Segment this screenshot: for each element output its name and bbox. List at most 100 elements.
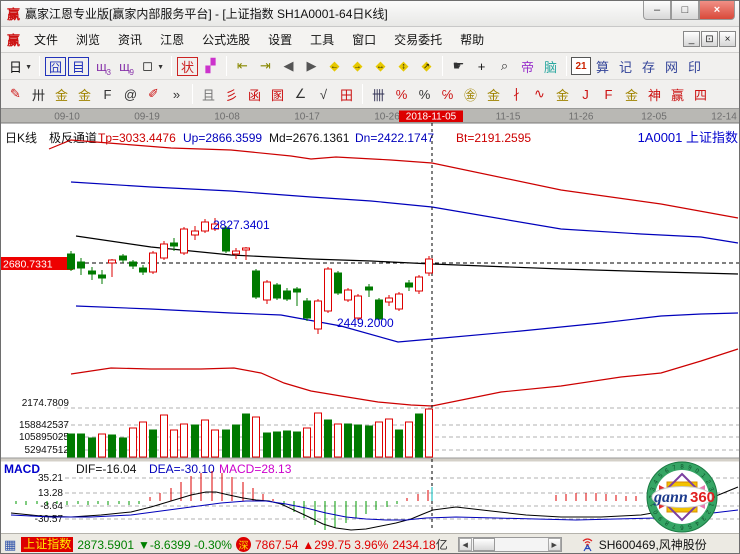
hollow-candle-icon[interactable]: ◻▼: [136, 56, 159, 77]
mdi-restore-button[interactable]: ⊡: [701, 31, 718, 47]
zoom-free-icon[interactable]: ◆↗: [415, 56, 438, 77]
measure-pen-icon[interactable]: ✐: [142, 84, 165, 105]
color-histogram-icon[interactable]: ▞: [199, 56, 222, 77]
pan-right-icon[interactable]: ◆→: [346, 56, 369, 77]
swing-price-label: 2449.2000: [337, 316, 394, 330]
scroll-right-icon[interactable]: ▶: [548, 538, 561, 551]
more-tools-icon[interactable]: »: [165, 84, 188, 105]
magnifier-icon[interactable]: ⌕: [493, 56, 516, 77]
date-label: 09-19: [134, 112, 160, 123]
index-badge[interactable]: 上证指数: [21, 537, 73, 552]
percent-line-icon[interactable]: ℅: [436, 84, 459, 105]
gold-line-icon[interactable]: 金: [482, 84, 505, 105]
hand-pan-icon[interactable]: ☛: [447, 56, 470, 77]
volume-bar: [192, 425, 199, 457]
minute-9-chart-icon[interactable]: щ9: [113, 56, 136, 77]
gold-grid2-icon[interactable]: 金: [73, 84, 96, 105]
zoom-horizontal-icon[interactable]: ◆↔: [369, 56, 392, 77]
macd-label: MACD: [4, 462, 40, 476]
menu-item-8[interactable]: 交易委托: [385, 28, 451, 51]
sh-index-change: ▼-8.6399 -0.30%: [138, 538, 232, 552]
kline-style-icon[interactable]: 日▼: [4, 56, 27, 77]
j-angle-icon[interactable]: J: [574, 84, 597, 105]
menu-item-6[interactable]: 工具: [301, 28, 343, 51]
notebook-icon[interactable]: 记: [614, 56, 637, 77]
menu-item-5[interactable]: 设置: [259, 28, 301, 51]
calendar-icon[interactable]: 21: [571, 57, 591, 75]
zoom-vertical-icon[interactable]: ◆↕: [392, 56, 415, 77]
shen-angle-icon[interactable]: 神: [643, 84, 666, 105]
candle: [253, 271, 260, 297]
gann-fan-icon[interactable]: 彡: [220, 84, 243, 105]
current-stock-label[interactable]: SH600469,风神股份: [599, 536, 707, 553]
smart-analysis-icon[interactable]: 脑: [539, 56, 562, 77]
first-bar-icon[interactable]: ⇤: [231, 56, 254, 77]
mdi-close-button[interactable]: ×: [719, 31, 736, 47]
red-grid-icon[interactable]: 田: [335, 84, 358, 105]
menu-item-3[interactable]: 江恩: [151, 28, 193, 51]
angle-line-icon[interactable]: ∠: [289, 84, 312, 105]
turnover-amount: 2434.18: [392, 538, 435, 552]
minimize-button[interactable]: –: [643, 1, 671, 20]
crosshair-icon[interactable]: +: [470, 56, 493, 77]
percent-fan-icon[interactable]: %: [390, 84, 413, 105]
spiral-tool-icon[interactable]: @: [119, 84, 142, 105]
window-title: 赢家江恩专业版[赢家内部服务平台] - [上证指数 SH1A0001-64日K线…: [25, 5, 388, 22]
wave-tool-icon[interactable]: ∿: [528, 84, 551, 105]
shenzhen-icon[interactable]: 深: [236, 537, 251, 552]
gold-circle-icon[interactable]: ㊎: [459, 84, 482, 105]
draw-pen-icon[interactable]: ✎: [4, 84, 27, 105]
candle: [140, 268, 147, 272]
last-bar-icon[interactable]: ⇥: [254, 56, 277, 77]
ying-angle-icon[interactable]: 赢: [666, 84, 689, 105]
f-angle-icon[interactable]: F: [597, 84, 620, 105]
calculator-icon[interactable]: 算: [591, 56, 614, 77]
close-button[interactable]: ×: [699, 1, 735, 20]
grid-icon[interactable]: ▦: [4, 537, 16, 553]
gann-tools-icon[interactable]: 帝: [516, 56, 539, 77]
volume-bar: [161, 415, 168, 457]
gold-angle2-icon[interactable]: 金: [620, 84, 643, 105]
gold-angle-icon[interactable]: 金: [551, 84, 574, 105]
volume-bar: [253, 417, 260, 457]
print-icon[interactable]: 印: [683, 56, 706, 77]
volume-bar: [140, 422, 147, 457]
trend-draw-icon[interactable]: 状: [177, 57, 198, 76]
quote-board-icon[interactable]: 囧: [45, 57, 66, 76]
gold-grid-icon[interactable]: 金: [50, 84, 73, 105]
box-tool-icon[interactable]: 且: [197, 84, 220, 105]
candle-pen-icon[interactable]: ∤: [505, 84, 528, 105]
fan-box-icon[interactable]: 函: [243, 84, 266, 105]
menu-item-7[interactable]: 窗口: [343, 28, 385, 51]
save-icon[interactable]: 存: [637, 56, 660, 77]
volume-bars-icon[interactable]: 卌: [367, 84, 390, 105]
menu-item-4[interactable]: 公式选股: [193, 28, 259, 51]
percent-icon[interactable]: %: [413, 84, 436, 105]
mdi-buttons: _⊡×: [683, 31, 736, 47]
menu-item-1[interactable]: 浏览: [67, 28, 109, 51]
main-chart[interactable]: 09-1009-1910-0810-1710-262018-11-0511-15…: [1, 109, 740, 533]
prev-bar-icon[interactable]: ◀: [277, 56, 300, 77]
mdi-minimize-button[interactable]: _: [683, 31, 700, 47]
maximize-button[interactable]: □: [671, 1, 699, 20]
minute-3-chart-icon[interactable]: щ3: [90, 56, 113, 77]
volume-bar: [284, 431, 291, 457]
macd-dea-value: DEA=-30.10: [149, 462, 215, 476]
status-bar: ▦ 上证指数 2873.5901 ▼-8.6399 -0.30% 深 7867.…: [1, 533, 740, 554]
volume-bar: [171, 430, 178, 457]
fib-grid-icon[interactable]: F: [96, 84, 119, 105]
scroll-left-icon[interactable]: ◀: [459, 538, 472, 551]
next-bar-icon[interactable]: ▶: [300, 56, 323, 77]
si-angle-icon[interactable]: 四: [689, 84, 712, 105]
menu-item-0[interactable]: 文件: [25, 28, 67, 51]
f10-info-icon[interactable]: 目: [68, 57, 89, 76]
pan-left-icon[interactable]: ◆←: [323, 56, 346, 77]
zigzag-icon[interactable]: √: [312, 84, 335, 105]
share-icon[interactable]: 网: [660, 56, 683, 77]
fan-box2-icon[interactable]: 圂: [266, 84, 289, 105]
horizontal-scrollbar[interactable]: ◀ ▶: [458, 537, 562, 552]
menu-item-2[interactable]: 资讯: [109, 28, 151, 51]
menu-item-9[interactable]: 帮助: [451, 28, 493, 51]
gann-grid-icon[interactable]: 卅: [27, 84, 50, 105]
scrollbar-thumb[interactable]: [473, 538, 495, 551]
